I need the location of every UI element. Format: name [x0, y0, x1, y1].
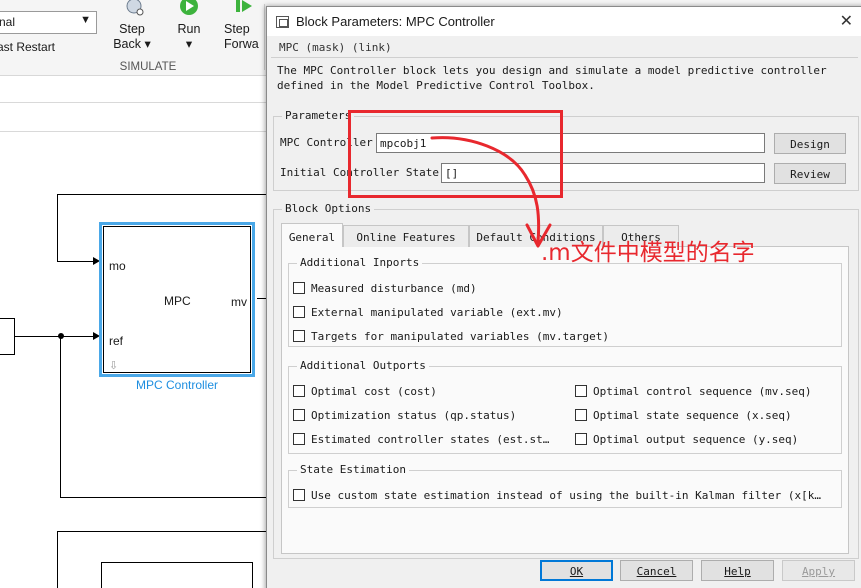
annotation-text: .m文件中模型的名字 [541, 240, 755, 266]
annotation-arrow [430, 136, 552, 248]
